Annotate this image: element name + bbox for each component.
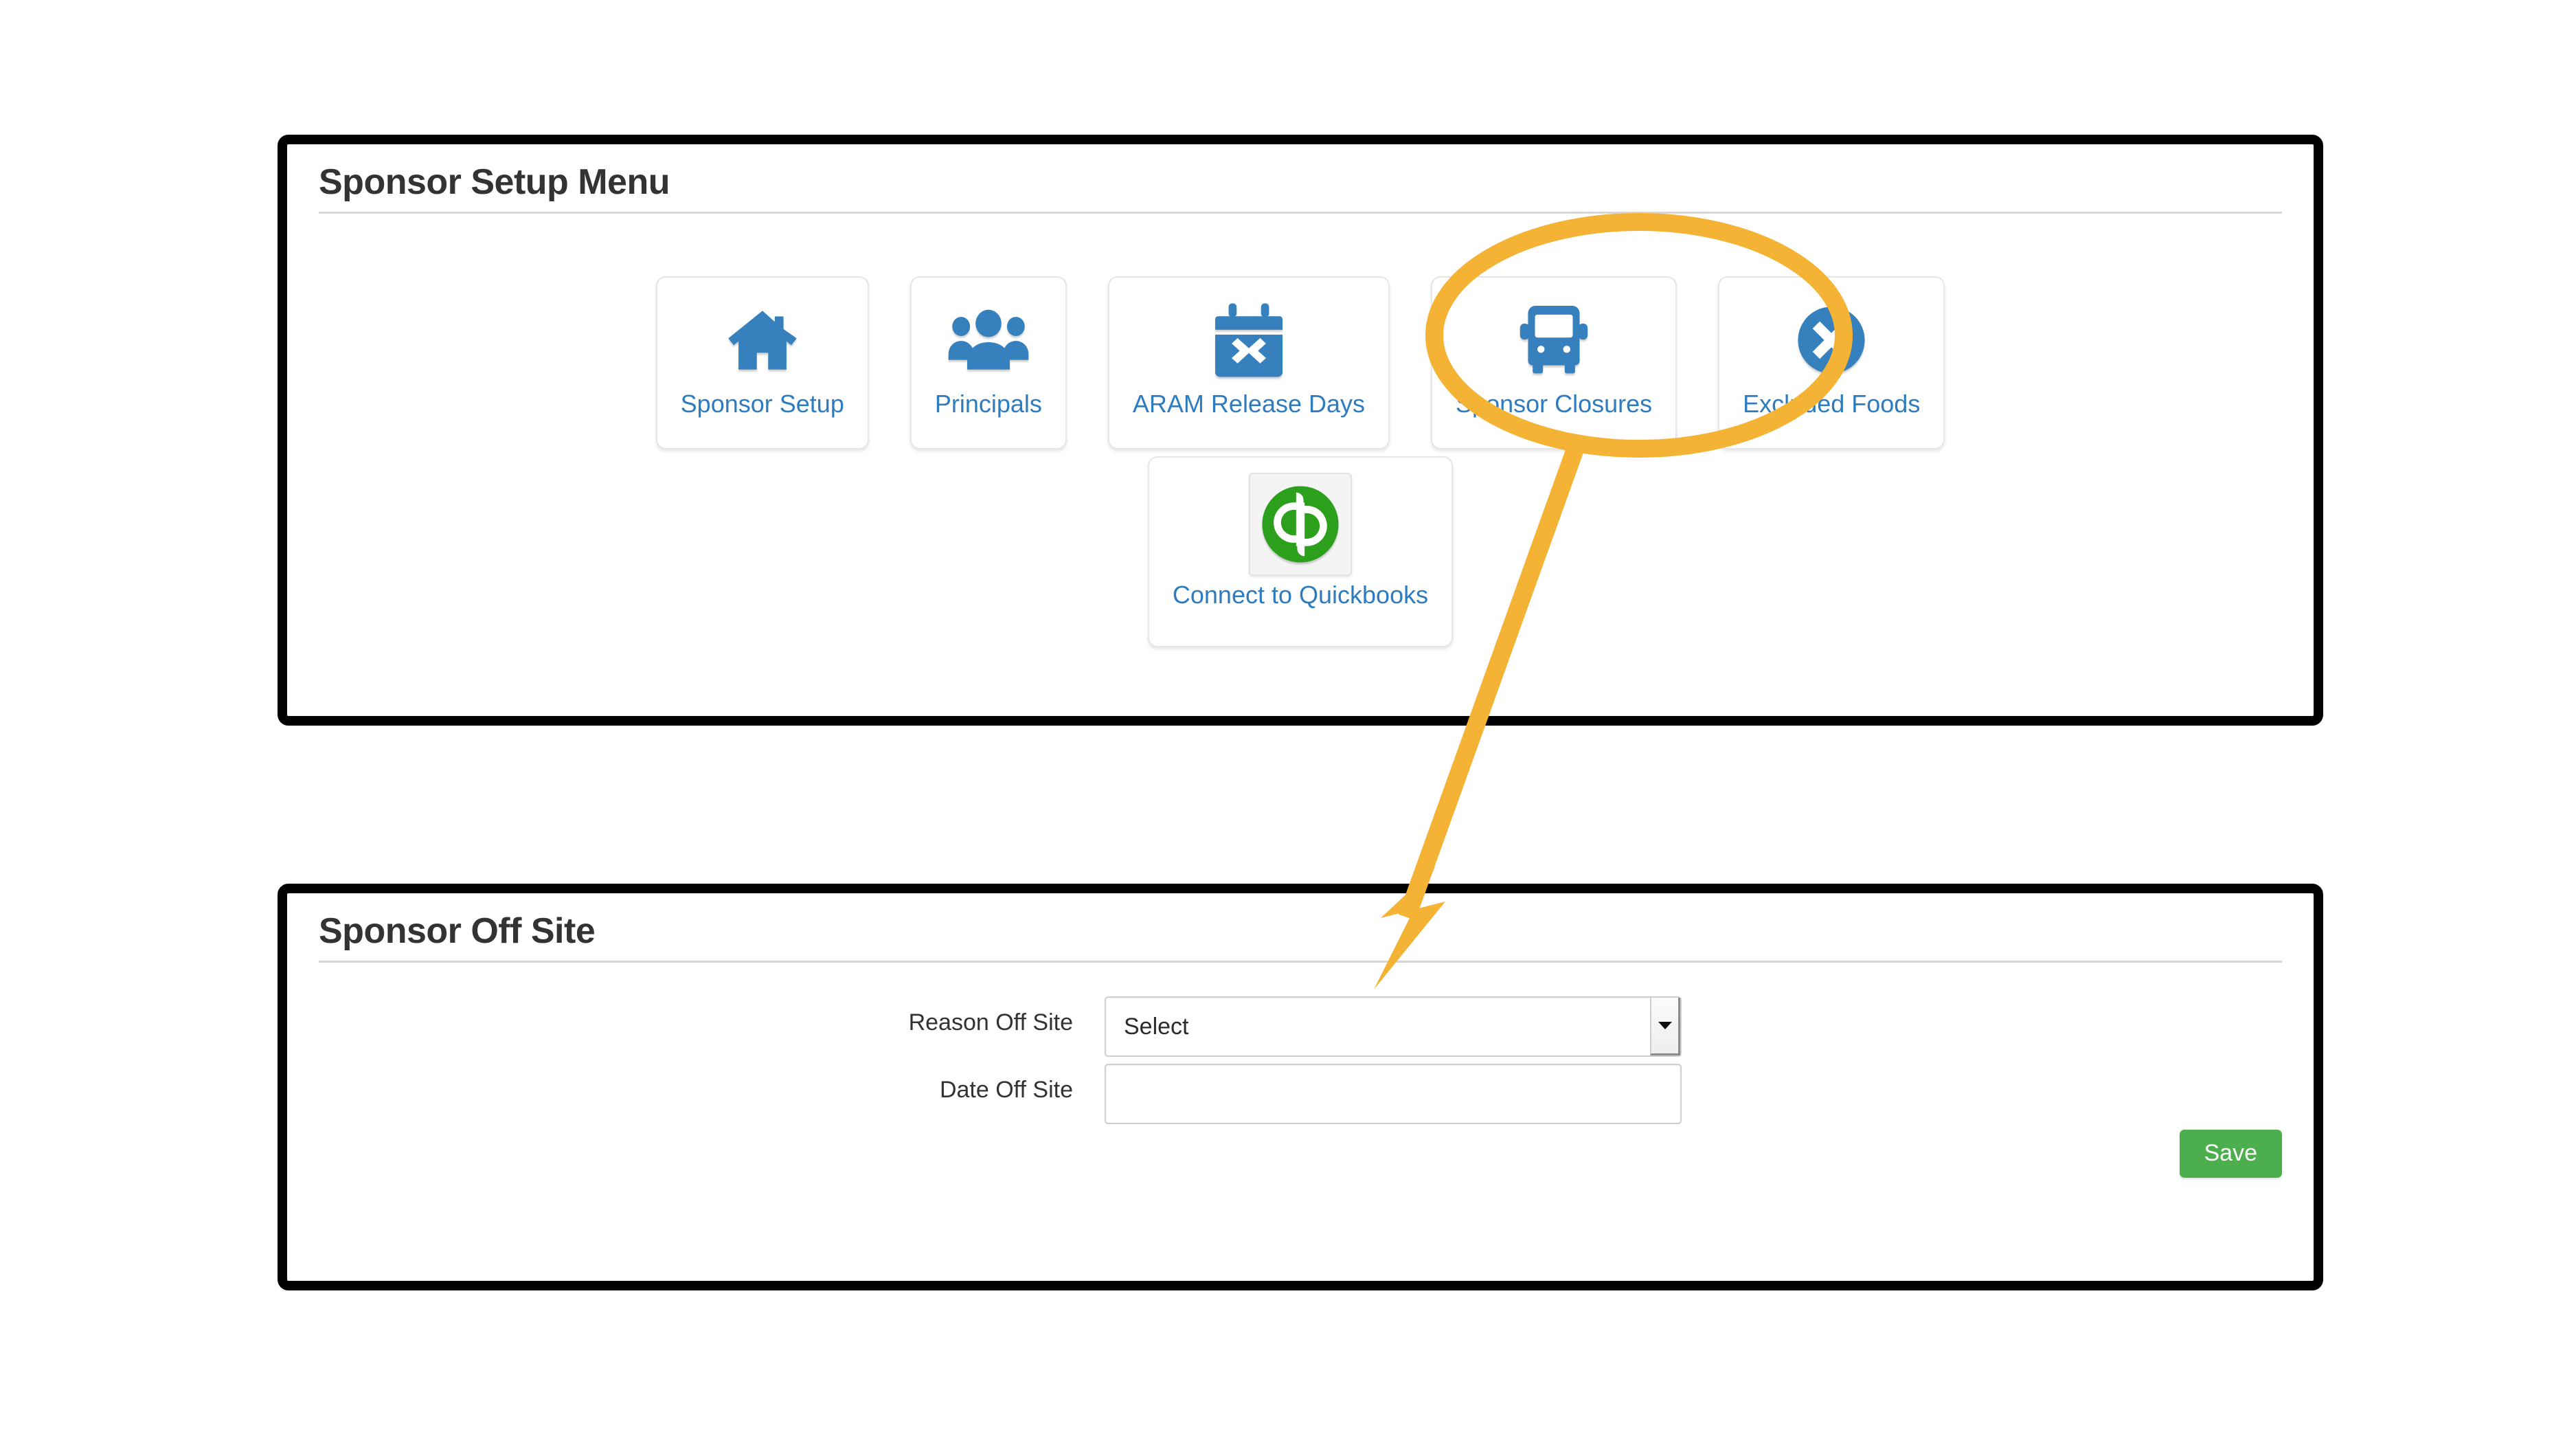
title-divider — [319, 212, 2282, 214]
title-divider — [319, 961, 2282, 963]
save-row: Save — [2180, 1130, 2283, 1178]
sponsor-setup-panel-body: Sponsor Setup Menu Sponsor Setup — [287, 144, 2314, 716]
reason-off-site-select[interactable]: Select — [1105, 996, 1682, 1057]
calendar-x-icon — [1215, 295, 1283, 385]
sponsor-off-site-panel-body: Sponsor Off Site Reason Off Site Select … — [287, 893, 2314, 1281]
save-button[interactable]: Save — [2180, 1130, 2283, 1178]
tile-label: Connect to Quickbooks — [1173, 581, 1428, 609]
sponsor-setup-menu-panel: Sponsor Setup Menu Sponsor Setup — [278, 135, 2323, 726]
page-title: Sponsor Setup Menu — [319, 162, 2282, 212]
date-off-site-input[interactable] — [1105, 1064, 1682, 1124]
tile-label: ARAM Release Days — [1133, 390, 1365, 418]
off-site-form: Reason Off Site Select Date Off Site — [287, 996, 2314, 1131]
tile-sponsor-closures[interactable]: Sponsor Closures — [1431, 276, 1677, 449]
users-group-icon — [948, 295, 1029, 385]
home-icon — [725, 295, 800, 385]
tile-excluded-foods[interactable]: Excluded Foods — [1718, 276, 1945, 449]
form-row-date-off-site: Date Off Site — [287, 1064, 2314, 1124]
tile-principals[interactable]: Principals — [910, 276, 1067, 449]
reason-off-site-label: Reason Off Site — [287, 996, 1105, 1037]
setup-tile-row-primary: Sponsor Setup Princip — [287, 276, 2314, 449]
form-row-reason-off-site: Reason Off Site Select — [287, 996, 2314, 1057]
bus-icon — [1515, 295, 1592, 385]
date-off-site-label: Date Off Site — [287, 1064, 1105, 1104]
date-off-site-control — [1105, 1064, 1682, 1124]
circle-x-icon — [1796, 295, 1867, 385]
tile-aram-release-days[interactable]: ARAM Release Days — [1108, 276, 1390, 449]
tile-label: Sponsor Closures — [1456, 390, 1652, 418]
tile-sponsor-setup[interactable]: Sponsor Setup — [656, 276, 869, 449]
reason-off-site-control: Select — [1105, 996, 1682, 1057]
reason-off-site-selected-value: Select — [1106, 998, 1650, 1055]
quickbooks-icon — [1249, 473, 1352, 576]
quickbooks-badge — [1249, 473, 1352, 576]
tile-label: Excluded Foods — [1743, 390, 1920, 418]
setup-tile-row-secondary: Connect to Quickbooks — [287, 456, 2314, 647]
tile-label: Sponsor Setup — [681, 390, 844, 418]
sponsor-off-site-panel: Sponsor Off Site Reason Off Site Select … — [278, 884, 2323, 1290]
tile-connect-to-quickbooks[interactable]: Connect to Quickbooks — [1148, 456, 1453, 647]
caret-glyph — [1658, 1022, 1672, 1029]
tile-label: Principals — [935, 390, 1042, 418]
chevron-down-icon[interactable] — [1650, 998, 1680, 1055]
section-title: Sponsor Off Site — [319, 911, 2282, 961]
